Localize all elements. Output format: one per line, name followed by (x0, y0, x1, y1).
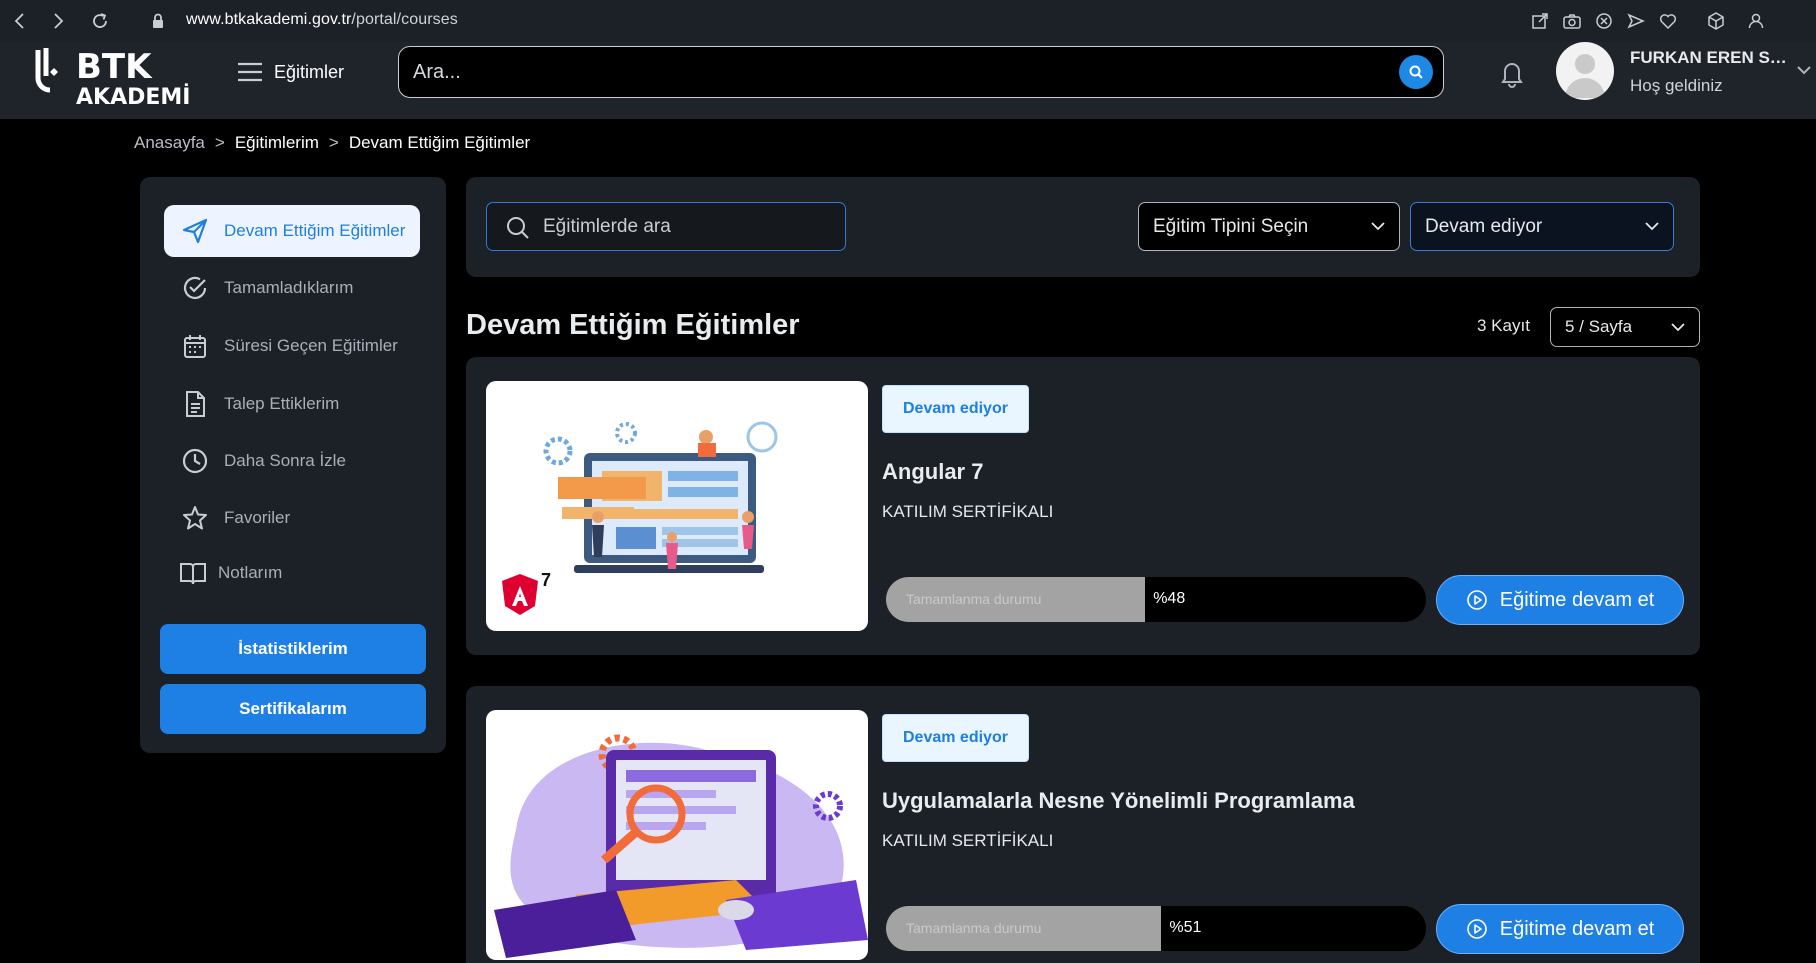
progress-bar: Tamamlanma durumu %51 (886, 906, 1426, 951)
hamburger-icon (236, 61, 264, 83)
page-size-value: 5 / Sayfa (1565, 317, 1633, 336)
course-card: 7 Devam ediyor Angular 7 KATILIM SERTİFİ… (466, 357, 1700, 655)
sidebar-item-label: Tamamladıklarım (224, 278, 354, 297)
continue-label: Eğitime devam et (1499, 588, 1655, 611)
book-icon (178, 558, 208, 588)
sidebar-item-label: Notlarım (218, 563, 283, 582)
search-icon (1408, 64, 1424, 80)
lock-icon[interactable] (148, 11, 168, 31)
certificate-type: KATILIM SERTİFİKALI (882, 502, 1054, 521)
record-count: 3 Kayıt (1477, 316, 1530, 335)
status-value: Devam ediyor (1425, 215, 1543, 237)
status-badge: Devam ediyor (882, 714, 1029, 762)
sidebar-item-label: Daha Sonra İzle (224, 451, 346, 470)
user-name[interactable]: FURKAN EREN SA... (1630, 48, 1788, 68)
sidebar-item-label: Devam Ettiğim Eğitimler (224, 221, 406, 240)
block-icon[interactable] (1594, 11, 1614, 31)
breadcrumb-home[interactable]: Anasayfa (134, 133, 205, 153)
address-bar[interactable]: www.btkakademi.gov.tr/portal/courses (186, 11, 458, 29)
site-search-box (398, 46, 1444, 98)
sidebar-item-label: Favoriler (224, 508, 291, 527)
breadcrumb-my-courses[interactable]: Eğitimlerim (235, 133, 319, 153)
course-type-value: Eğitim Tipini Seçin (1153, 215, 1309, 237)
sidebar-item-completed[interactable]: Tamamladıklarım (164, 262, 420, 314)
course-thumbnail[interactable]: 7 (486, 381, 868, 631)
chevron-down-icon (1671, 322, 1685, 332)
heart-icon[interactable] (1658, 11, 1678, 31)
clock-icon (180, 446, 210, 476)
document-icon (180, 389, 210, 419)
camera-icon[interactable] (1562, 11, 1582, 31)
url-path: /portal/courses (351, 11, 458, 28)
menu-label: Eğitimler (274, 61, 345, 82)
sidebar-item-label: Süresi Geçen Eğitimler (224, 336, 398, 355)
user-greeting: Hoş geldiniz (1630, 76, 1723, 95)
page-size-select[interactable]: 5 / Sayfa (1550, 307, 1700, 347)
certificates-button[interactable]: Sertifikalarım (160, 684, 426, 734)
continue-course-button[interactable]: Eğitime devam et (1436, 575, 1684, 625)
browser-toolbar: www.btkakademi.gov.tr/portal/courses (0, 0, 1816, 42)
statistics-button[interactable]: İstatistiklerim (160, 624, 426, 674)
certificate-type: KATILIM SERTİFİKALI (882, 831, 1054, 850)
chevron-down-icon (1371, 221, 1385, 231)
sidebar-item-notes[interactable]: Notlarım (164, 547, 420, 599)
send-icon[interactable] (1626, 11, 1646, 31)
share-icon[interactable] (1530, 11, 1550, 31)
cube-icon[interactable] (1706, 11, 1726, 31)
sidebar: Devam Ettiğim Eğitimler Tamamladıklarım … (140, 177, 446, 753)
progress-percent: %51 (1169, 919, 1202, 936)
filter-bar: Eğitim Tipini Seçin Devam ediyor (466, 177, 1700, 277)
chevron-down-icon (1645, 221, 1659, 231)
site-search-input[interactable] (413, 59, 1373, 85)
breadcrumb-separator: > (328, 133, 339, 152)
forward-icon[interactable] (48, 11, 68, 31)
progress-percent: %48 (1153, 590, 1186, 607)
profile-icon[interactable] (1746, 11, 1766, 31)
btk-akademi-logo[interactable]: BTK AKADEMİ (34, 46, 204, 108)
url-host: www.btkakademi.gov.tr (186, 11, 352, 28)
thumb-version-label: 7 (541, 570, 551, 590)
breadcrumb-separator: > (214, 133, 225, 152)
sidebar-item-watch-later[interactable]: Daha Sonra İzle (164, 435, 420, 487)
progress-bar: Tamamlanma durumu %48 (886, 577, 1426, 622)
course-card: Devam ediyor Uygulamalarla Nesne Yönelim… (466, 686, 1700, 963)
sidebar-item-label: Talep Ettiklerim (224, 394, 340, 413)
breadcrumb-current: Devam Ettiğim Eğitimler (348, 133, 531, 152)
continue-course-button[interactable]: Eğitime devam et (1436, 904, 1684, 954)
course-title[interactable]: Angular 7 (882, 459, 983, 485)
check-circle-icon (180, 273, 210, 303)
sidebar-item-ongoing[interactable]: Devam Ettiğim Eğitimler (164, 205, 420, 257)
calendar-icon (180, 331, 210, 361)
progress-label: Tamamlanma durumu (906, 920, 1042, 936)
search-icon (505, 215, 531, 241)
reload-icon[interactable] (90, 11, 110, 31)
star-icon (180, 503, 210, 533)
progress-label: Tamamlanma durumu (906, 591, 1042, 607)
logo-bottom-text: AKADEMİ (76, 84, 190, 108)
status-badge: Devam ediyor (882, 385, 1029, 433)
chevron-down-icon[interactable] (1796, 64, 1812, 76)
sidebar-item-expired[interactable]: Süresi Geçen Eğitimler (164, 320, 420, 372)
course-thumbnail[interactable] (486, 710, 868, 960)
send-icon (180, 216, 210, 246)
courses-menu-button[interactable]: Eğitimler (236, 54, 344, 90)
play-circle-icon (1466, 589, 1488, 611)
sidebar-item-requested[interactable]: Talep Ettiklerim (164, 378, 420, 430)
status-select[interactable]: Devam ediyor (1410, 202, 1674, 251)
play-circle-icon (1466, 918, 1488, 940)
breadcrumb: Anasayfa > Eğitimlerim > Devam Ettiğim E… (134, 133, 530, 153)
continue-label: Eğitime devam et (1499, 917, 1655, 940)
back-icon[interactable] (10, 11, 30, 31)
avatar[interactable] (1556, 42, 1614, 100)
course-search-input[interactable] (543, 215, 833, 239)
course-title[interactable]: Uygulamalarla Nesne Yönelimli Programlam… (882, 788, 1355, 814)
site-search-button[interactable] (1399, 55, 1433, 89)
notification-bell-icon[interactable] (1498, 58, 1526, 88)
logo-top-text: BTK (76, 47, 153, 87)
course-search-box (486, 202, 846, 251)
course-type-select[interactable]: Eğitim Tipini Seçin (1138, 202, 1400, 251)
sidebar-item-favorites[interactable]: Favoriler (164, 492, 420, 544)
page-title: Devam Ettiğim Eğitimler (466, 309, 800, 341)
